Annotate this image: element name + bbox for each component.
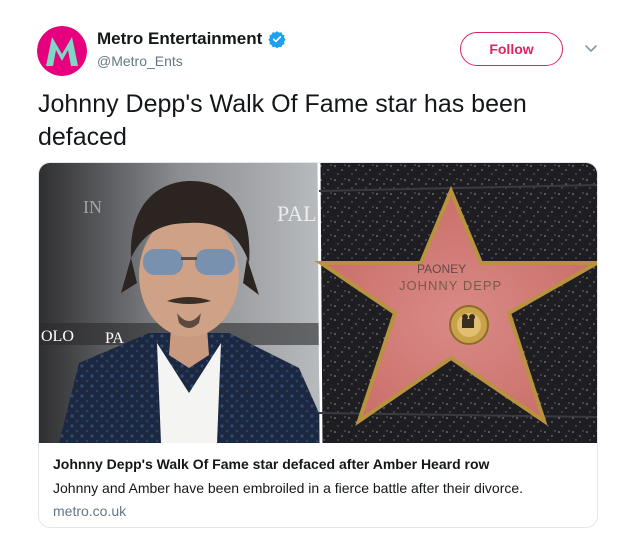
link-card[interactable]: IN PAL OLO PA PAONEY JOHNNY DEPP Johnny …: [38, 162, 598, 528]
star-name-text: JOHNNY DEPP: [399, 278, 502, 293]
display-name-row[interactable]: Metro Entertainment: [97, 29, 286, 49]
backdrop-text-olo: OLO: [41, 328, 74, 345]
user-handle[interactable]: @Metro_Ents: [97, 53, 286, 69]
chevron-down-icon[interactable]: [582, 39, 600, 57]
backdrop-text-pa: PA: [105, 330, 124, 347]
avatar[interactable]: [37, 26, 87, 76]
graffiti-text: PAONEY: [417, 262, 466, 276]
follow-button[interactable]: Follow: [460, 32, 563, 66]
verified-badge-icon: [268, 30, 286, 49]
backdrop-text-pal: PAL: [277, 201, 317, 226]
card-domain[interactable]: metro.co.uk: [53, 503, 583, 519]
tweet-header: Metro Entertainment @Metro_Ents Follow: [37, 24, 607, 80]
backdrop-text-in: IN: [83, 197, 102, 217]
display-name[interactable]: Metro Entertainment: [97, 29, 262, 49]
card-title[interactable]: Johnny Depp's Walk Of Fame star defaced …: [53, 455, 583, 473]
tweet-text: Johnny Depp's Walk Of Fame star has been…: [38, 90, 527, 151]
card-description: Johnny and Amber have been embroiled in …: [53, 480, 524, 496]
card-image: IN PAL OLO PA PAONEY JOHNNY DEPP: [39, 163, 597, 443]
